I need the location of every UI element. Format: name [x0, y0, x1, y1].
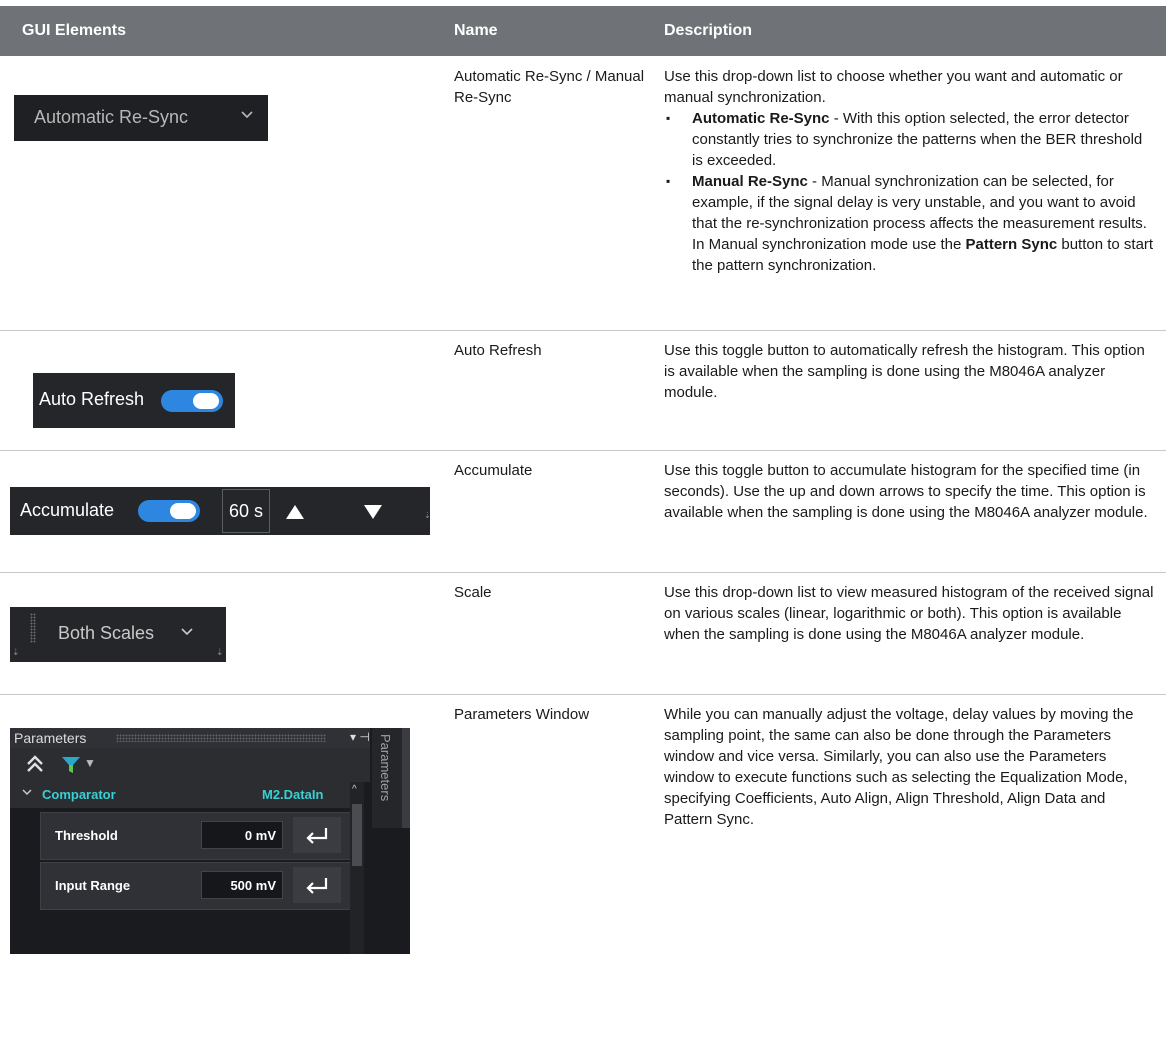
section-id: M2.DataIn	[262, 787, 324, 802]
auto-refresh-control: Auto Refresh	[33, 373, 235, 428]
resize-grip-icon[interactable]: ⇣	[216, 647, 224, 658]
param-label: Threshold	[55, 828, 118, 843]
section-name: Comparator	[42, 787, 116, 802]
param-row-threshold: Threshold 0 mV	[40, 812, 352, 860]
chevron-down-icon	[180, 622, 194, 643]
triangle-up-icon[interactable]	[272, 491, 318, 531]
filter-icon[interactable]	[60, 754, 82, 776]
header-description: Description	[664, 22, 753, 39]
resync-dropdown[interactable]: Automatic Re-Sync	[14, 95, 268, 141]
enter-icon[interactable]	[293, 817, 341, 853]
auto-refresh-label: Auto Refresh	[39, 389, 145, 409]
resize-grip-icon[interactable]: ⇣	[12, 647, 20, 658]
param-row-input-range: Input Range 500 mV	[40, 862, 352, 910]
auto-refresh-toggle[interactable]	[161, 390, 223, 412]
side-tab-label: Parameters	[378, 734, 393, 802]
table-header: GUI Elements Name Description	[0, 6, 1166, 56]
parameters-toolbar: ▼	[10, 748, 370, 782]
enter-icon[interactable]	[293, 867, 341, 903]
resize-grip-icon[interactable]: ⇣	[424, 511, 431, 529]
param-label: Input Range	[55, 878, 131, 893]
row-description: Use this drop-down list to view measured…	[664, 584, 1154, 643]
accumulate-toggle[interactable]	[138, 500, 200, 522]
bullet-term: Manual Re-Sync	[692, 173, 808, 190]
titlebar-grip	[116, 734, 326, 742]
row-description: Use this drop-down list to choose whethe…	[664, 66, 1154, 276]
scale-dropdown[interactable]: Both Scales ⇣ ⇣	[10, 607, 226, 662]
resync-dropdown-label: Automatic Re-Sync	[34, 107, 189, 127]
filter-dropdown-icon[interactable]: ▼	[84, 756, 96, 770]
scrollbar-thumb[interactable]	[352, 804, 362, 866]
row-name: Accumulate	[454, 462, 533, 479]
chevron-up-icon[interactable]: ^	[352, 784, 357, 795]
bullet-term-pattern-sync: Pattern Sync	[965, 236, 1058, 253]
toggle-knob	[193, 393, 219, 409]
header-name: Name	[454, 22, 498, 39]
row-name: Parameters Window	[454, 706, 590, 723]
row-description: Use this toggle button to automatically …	[664, 342, 1145, 401]
param-value-input[interactable]: 0 mV	[201, 821, 283, 849]
chevron-down-icon	[22, 786, 32, 800]
parameters-side-tab[interactable]: Parameters	[372, 728, 402, 828]
chevron-down-icon	[240, 105, 254, 126]
accumulate-time-field[interactable]: 60 s	[222, 489, 270, 533]
parameters-scrollbar[interactable]: ^	[350, 782, 364, 954]
row-name: Auto Refresh	[454, 342, 542, 359]
side-panel-background	[372, 828, 410, 954]
bullet-term: Automatic Re-Sync	[692, 110, 830, 127]
row-name: Scale	[454, 584, 492, 601]
toggle-knob	[170, 503, 196, 519]
drag-handle-icon[interactable]	[30, 613, 36, 643]
accumulate-label: Accumulate	[20, 500, 115, 520]
pin-icon[interactable]: ▾ ⊣	[350, 730, 370, 744]
triangle-down-icon[interactable]	[350, 491, 396, 531]
header-gui-elements: GUI Elements	[22, 22, 127, 39]
row-name: Automatic Re-Sync / Manual Re-Sync	[454, 68, 645, 106]
parameters-title: Parameters	[14, 730, 87, 746]
section-comparator[interactable]: Comparator M2.DataIn	[10, 782, 358, 808]
desc-bullets: Automatic Re-Sync - With this option sel…	[664, 108, 1154, 276]
row-description: While you can manually adjust the voltag…	[664, 706, 1134, 828]
side-tab-edge	[402, 728, 410, 828]
scale-dropdown-label: Both Scales	[58, 623, 155, 643]
collapse-all-icon[interactable]	[24, 752, 46, 780]
parameters-window: Parameters ▾ ⊣ ▼ Comparator M2.DataIn Th…	[10, 728, 410, 954]
parameters-titlebar[interactable]: Parameters ▾ ⊣	[10, 728, 370, 748]
desc-intro: Use this drop-down list to choose whethe…	[664, 68, 1123, 106]
bullet-automatic: Automatic Re-Sync - With this option sel…	[666, 108, 1154, 171]
accumulate-control: Accumulate 60 s ⇣	[10, 487, 431, 535]
param-value-input[interactable]: 500 mV	[201, 871, 283, 899]
row-description: Use this toggle button to accumulate his…	[664, 462, 1148, 521]
bullet-manual: Manual Re-Sync - Manual synchronization …	[666, 171, 1154, 276]
